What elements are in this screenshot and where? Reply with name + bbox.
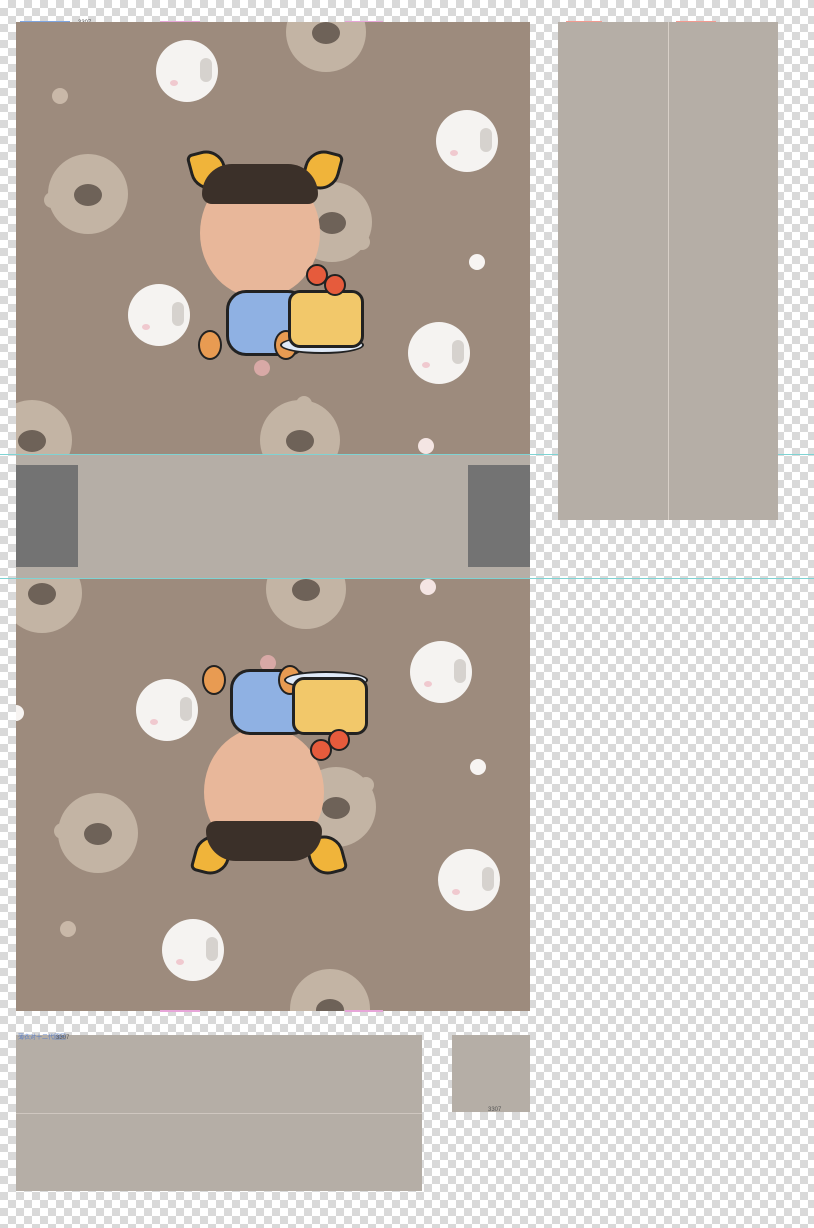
bear-face-icon [286, 22, 366, 72]
bear-face-icon [16, 579, 82, 633]
cat-face-icon [162, 919, 224, 981]
dot [418, 438, 434, 454]
cat-face-icon [410, 641, 472, 703]
bottom-center-mark-1 [160, 1010, 200, 1012]
lower-left-panel [16, 1035, 422, 1191]
dot [420, 579, 436, 595]
lower-left-code: 3307 [56, 1035, 70, 1041]
dot [469, 254, 485, 270]
bear-face-icon [260, 396, 340, 454]
bear-face-icon [290, 969, 370, 1011]
bear-face-icon [16, 400, 72, 454]
bear-face-icon [44, 154, 128, 234]
horizontal-fold-line [16, 1113, 422, 1114]
dot [470, 759, 486, 775]
left-flap [16, 465, 78, 567]
fold-line [668, 22, 669, 520]
bear-face-icon [54, 793, 138, 873]
child-character-illustration-flipped [174, 655, 368, 879]
small-box-code: 3307 [488, 1107, 502, 1113]
bottom-center-mark-2 [345, 1010, 383, 1012]
right-tall-panel [558, 22, 778, 520]
dot [16, 705, 24, 721]
middle-band-panel [16, 455, 530, 578]
dot [52, 88, 68, 104]
cat-face-icon [436, 110, 498, 172]
child-character-illustration [170, 146, 364, 370]
cat-face-icon [438, 849, 500, 911]
bear-face-icon [266, 579, 346, 629]
cat-face-icon [408, 322, 470, 384]
small-box-panel [452, 1035, 530, 1112]
dot [60, 921, 76, 937]
right-flap [468, 465, 530, 567]
bottom-pattern-panel [16, 579, 530, 1011]
cat-face-icon [156, 40, 218, 102]
top-pattern-panel [16, 22, 530, 454]
